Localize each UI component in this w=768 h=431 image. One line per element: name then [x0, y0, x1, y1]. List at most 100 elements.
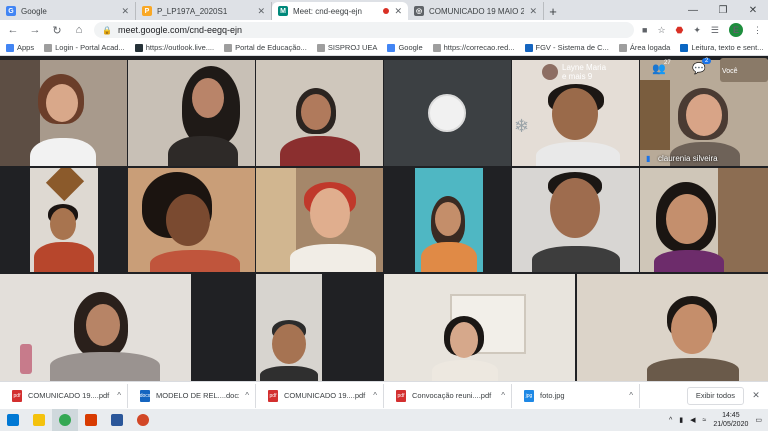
chevron-up-icon[interactable]: ^: [117, 391, 121, 400]
start-button[interactable]: [0, 409, 26, 431]
close-icon[interactable]: ✕: [750, 390, 762, 401]
bookmark-apps[interactable]: Apps: [6, 43, 34, 52]
self-view[interactable]: Você: [720, 58, 768, 82]
bookmark-item[interactable]: https://outlook.live....: [134, 43, 214, 52]
video-tile[interactable]: ❄ Layne Maria e mais 9: [512, 60, 639, 166]
bookmark-item[interactable]: Leitura, texto e sent...: [680, 43, 763, 52]
bookmark-icon: [44, 43, 53, 52]
download-filename: COMUNICADO 19....pdf: [28, 391, 110, 400]
windows-icon: [7, 414, 19, 426]
video-tile[interactable]: [256, 274, 322, 381]
puzzle-icon[interactable]: ✦: [693, 25, 701, 36]
chevron-up-icon[interactable]: ^: [501, 391, 505, 400]
chevron-up-icon[interactable]: ^: [669, 417, 672, 424]
bookmark-item[interactable]: Portal de Educação...: [224, 43, 307, 52]
minimize-button[interactable]: —: [678, 0, 708, 20]
reload-icon[interactable]: ↻: [50, 23, 64, 37]
download-item[interactable]: pdf COMUNICADO 19....pdf ^: [262, 383, 384, 408]
bookmark-item[interactable]: https://correcao.red...: [432, 43, 515, 52]
apps-icon: [6, 43, 14, 52]
bookmark-item[interactable]: Login - Portal Acad...: [44, 43, 125, 52]
taskbar-app[interactable]: [78, 409, 104, 431]
powerpoint-icon: [137, 414, 149, 426]
notifications-icon[interactable]: ▭: [755, 416, 762, 424]
video-tile[interactable]: [30, 168, 98, 272]
extension-icon[interactable]: ⬣: [676, 25, 684, 36]
video-tile[interactable]: [0, 60, 127, 166]
network-icon[interactable]: ▮: [679, 416, 683, 424]
maximize-button[interactable]: ❐: [708, 0, 738, 20]
pdf-icon: pdf: [396, 389, 406, 402]
word-icon: [111, 414, 123, 426]
tab-meet[interactable]: M Meet: cnd-eegq-ejn ✕: [272, 2, 408, 20]
bookmark-icon: [316, 43, 325, 52]
close-icon[interactable]: ✕: [257, 6, 265, 17]
video-tile-avatar[interactable]: [384, 60, 511, 166]
address-bar[interactable]: 🔒 meet.google.com/cnd-eegq-ejn: [94, 22, 634, 38]
new-tab-button[interactable]: +: [544, 2, 562, 20]
toolbar-icons: ■ ☆ ⬣ ✦ ☰ E ⋮: [642, 23, 762, 37]
profile-avatar[interactable]: E: [729, 23, 743, 37]
linkedin-icon: [680, 43, 689, 52]
participants-count: 27: [664, 60, 671, 66]
video-tile[interactable]: [128, 168, 255, 272]
close-window-button[interactable]: ✕: [738, 0, 768, 20]
avatar: [428, 94, 466, 132]
video-tile[interactable]: [256, 168, 383, 272]
show-all-button[interactable]: Exibir todos: [686, 386, 744, 405]
star-icon[interactable]: ☆: [657, 25, 665, 36]
camera-icon[interactable]: ■: [642, 25, 647, 35]
video-tile[interactable]: [0, 274, 191, 381]
back-icon[interactable]: ←: [6, 23, 20, 37]
doc-icon: P: [142, 6, 152, 16]
volume-icon[interactable]: ◀: [690, 416, 695, 424]
menu-icon[interactable]: ☰: [711, 25, 719, 36]
downloads-bar: pdf COMUNICADO 19....pdf ^ docx MODELO D…: [0, 381, 768, 409]
video-tile[interactable]: [512, 168, 639, 272]
download-item[interactable]: jpg foto.jpg ^: [518, 383, 640, 408]
browser-toolbar: ← → ↻ ⌂ 🔒 meet.google.com/cnd-eegq-ejn ■…: [0, 20, 768, 40]
download-item[interactable]: pdf COMUNICADO 19....pdf ^: [6, 383, 128, 408]
video-tile[interactable]: [577, 274, 768, 381]
system-clock[interactable]: 14:45 21/05/2020: [713, 411, 748, 429]
wifi-icon[interactable]: ≈: [702, 417, 706, 424]
pdf-icon: pdf: [268, 389, 278, 402]
chevron-up-icon[interactable]: ^: [629, 391, 633, 400]
taskbar-app[interactable]: [130, 409, 156, 431]
close-icon[interactable]: ✕: [529, 6, 537, 17]
chevron-up-icon[interactable]: ^: [373, 391, 377, 400]
close-icon[interactable]: ✕: [121, 6, 129, 17]
forward-icon[interactable]: →: [28, 23, 42, 37]
image-file-icon: jpg: [524, 389, 534, 402]
tab-title: Google: [21, 6, 47, 16]
home-icon[interactable]: ⌂: [72, 23, 86, 37]
video-tile[interactable]: [415, 168, 483, 272]
lock-icon[interactable]: 🔒: [102, 26, 112, 35]
video-tile[interactable]: [384, 274, 575, 381]
video-tile[interactable]: [256, 60, 383, 166]
bookmark-item[interactable]: FGV - Sistema de C...: [524, 43, 609, 52]
taskbar-app[interactable]: [104, 409, 130, 431]
bookmark-icon: [618, 43, 627, 52]
more-icon[interactable]: ⋮: [753, 25, 762, 36]
download-item[interactable]: pdf Convocação reuni....pdf ^: [390, 383, 512, 408]
participant-name: claurenia silveira: [658, 154, 718, 163]
chevron-up-icon[interactable]: ^: [245, 391, 249, 400]
tab-lp197a[interactable]: P P_LP197A_2020S1 ✕: [136, 2, 272, 20]
close-icon[interactable]: ✕: [394, 6, 402, 17]
video-tile[interactable]: [640, 168, 768, 272]
bookmark-icon: [524, 43, 533, 52]
taskbar-app[interactable]: [26, 409, 52, 431]
video-tile[interactable]: [128, 60, 255, 166]
download-item[interactable]: docx MODELO DE REL....docx ^: [134, 383, 256, 408]
bookmark-item[interactable]: SISPROJ UEA: [316, 43, 377, 52]
bookmark-item[interactable]: Google: [387, 43, 423, 52]
bookmarks-bar: Apps Login - Portal Acad... https://outl…: [0, 40, 768, 56]
tab-google[interactable]: G Google ✕: [0, 2, 136, 20]
tab-comunicado[interactable]: ◎ COMUNICADO 19 MAIO 2020.p ✕: [408, 2, 544, 20]
bookmark-item[interactable]: Área logada: [618, 43, 670, 52]
download-filename: COMUNICADO 19....pdf: [284, 391, 366, 400]
taskbar-app[interactable]: [52, 409, 78, 431]
bookmark-icon: [224, 43, 233, 52]
meet-video-grid: ❄ Layne Maria e mais 9 claurenia silveir…: [0, 56, 768, 381]
